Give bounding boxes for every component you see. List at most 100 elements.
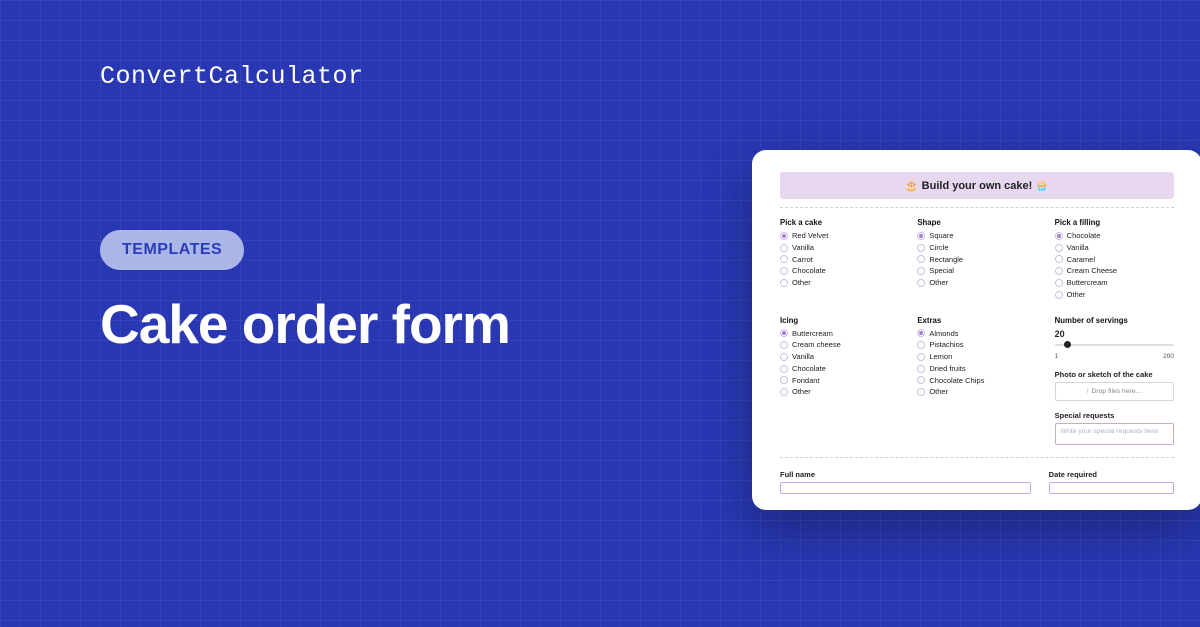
option-label: Other xyxy=(1067,290,1086,300)
radio-option[interactable]: Other xyxy=(917,387,1036,397)
group-pick-a-filling: Pick a filling Chocolate Vanilla Caramel… xyxy=(1055,218,1174,302)
radio-option[interactable]: Chocolate xyxy=(780,364,899,374)
radio-option[interactable]: Other xyxy=(917,278,1036,288)
full-name-block: Full name xyxy=(780,470,1031,494)
option-label: Chocolate xyxy=(792,266,826,276)
servings-block: Number of servings 20 1 200 xyxy=(1055,316,1174,360)
radio-icon xyxy=(1055,244,1063,252)
radio-icon xyxy=(780,388,788,396)
requests-label: Special requests xyxy=(1055,411,1174,420)
radio-option[interactable]: Other xyxy=(1055,290,1174,300)
option-label: Rectangle xyxy=(929,255,963,265)
radio-icon xyxy=(1055,267,1063,275)
radio-option[interactable]: Almonds xyxy=(917,329,1036,339)
group-icing: Icing Buttercream Cream cheese Vanilla C… xyxy=(780,316,899,445)
radio-option[interactable]: Chocolate xyxy=(1055,231,1174,241)
radio-icon xyxy=(780,255,788,263)
radio-icon xyxy=(917,365,925,373)
radio-option[interactable]: Lemon xyxy=(917,352,1036,362)
form-grid: Pick a cake Red Velvet Vanilla Carrot Ch… xyxy=(780,218,1174,445)
option-label: Caramel xyxy=(1067,255,1095,265)
radio-icon xyxy=(917,388,925,396)
radio-icon xyxy=(917,279,925,287)
date-required-input[interactable] xyxy=(1049,482,1174,494)
radio-option[interactable]: Carrot xyxy=(780,255,899,265)
photo-upload-block: Photo or sketch of the cake ↑ Drop files… xyxy=(1055,370,1174,401)
radio-option[interactable]: Vanilla xyxy=(780,352,899,362)
radio-option[interactable]: Buttercream xyxy=(1055,278,1174,288)
date-required-label: Date required xyxy=(1049,470,1174,479)
form-preview-card: 🎂 Build your own cake! 🧁 Pick a cake Red… xyxy=(752,150,1200,510)
radio-option[interactable]: Vanilla xyxy=(780,243,899,253)
file-dropzone[interactable]: ↑ Drop files here… xyxy=(1055,382,1174,401)
radio-icon xyxy=(917,267,925,275)
group-pick-a-cake: Pick a cake Red Velvet Vanilla Carrot Ch… xyxy=(780,218,899,302)
brand-logo: ConvertCalculator xyxy=(100,62,364,91)
option-label: Cream Cheese xyxy=(1067,266,1117,276)
group-shape: Shape Square Circle Rectangle Special Ot… xyxy=(917,218,1036,302)
option-label: Vanilla xyxy=(792,243,814,253)
radio-option[interactable]: Fondant xyxy=(780,376,899,386)
option-label: Buttercream xyxy=(1067,278,1108,288)
group-label: Extras xyxy=(917,316,1036,325)
radio-option[interactable]: Vanilla xyxy=(1055,243,1174,253)
templates-badge: TEMPLATES xyxy=(100,230,244,270)
radio-option[interactable]: Chocolate Chips xyxy=(917,376,1036,386)
radio-option[interactable]: Cream cheese xyxy=(780,340,899,350)
option-label: Lemon xyxy=(929,352,952,362)
radio-icon xyxy=(780,244,788,252)
full-name-input[interactable] xyxy=(780,482,1031,494)
option-label: Cream cheese xyxy=(792,340,841,350)
option-label: Carrot xyxy=(792,255,813,265)
radio-option[interactable]: Buttercream xyxy=(780,329,899,339)
radio-icon xyxy=(917,329,925,337)
radio-icon xyxy=(917,244,925,252)
page-title: Cake order form xyxy=(100,292,510,356)
radio-option[interactable]: Circle xyxy=(917,243,1036,253)
slider-max: 200 xyxy=(1163,353,1174,360)
option-label: Chocolate Chips xyxy=(929,376,984,386)
radio-option[interactable]: Dried fruits xyxy=(917,364,1036,374)
servings-value: 20 xyxy=(1055,329,1174,339)
radio-icon xyxy=(780,267,788,275)
photo-label: Photo or sketch of the cake xyxy=(1055,370,1174,379)
radio-icon xyxy=(1055,232,1063,240)
radio-option[interactable]: Special xyxy=(917,266,1036,276)
group-label: Pick a filling xyxy=(1055,218,1174,227)
group-label: Icing xyxy=(780,316,899,325)
radio-icon xyxy=(1055,279,1063,287)
option-label: Other xyxy=(792,387,811,397)
radio-option[interactable]: Other xyxy=(780,387,899,397)
radio-option[interactable]: Cream Cheese xyxy=(1055,266,1174,276)
option-label: Dried fruits xyxy=(929,364,965,374)
servings-slider[interactable] xyxy=(1055,340,1174,354)
hero-block: TEMPLATES Cake order form xyxy=(100,230,510,356)
radio-icon xyxy=(917,376,925,384)
requests-textarea[interactable]: Write your special requests here xyxy=(1055,423,1174,445)
radio-option[interactable]: Rectangle xyxy=(917,255,1036,265)
radio-option[interactable]: Other xyxy=(780,278,899,288)
radio-icon xyxy=(1055,255,1063,263)
right-column-stack: Number of servings 20 1 200 Photo or ske… xyxy=(1055,316,1174,445)
option-label: Other xyxy=(792,278,811,288)
radio-option[interactable]: Caramel xyxy=(1055,255,1174,265)
option-label: Fondant xyxy=(792,376,820,386)
option-label: Red Velvet xyxy=(792,231,828,241)
radio-option[interactable]: Pistachios xyxy=(917,340,1036,350)
radio-option[interactable]: Chocolate xyxy=(780,266,899,276)
option-label: Buttercream xyxy=(792,329,833,339)
radio-icon xyxy=(780,232,788,240)
group-label: Pick a cake xyxy=(780,218,899,227)
group-label: Shape xyxy=(917,218,1036,227)
option-label: Chocolate xyxy=(792,364,826,374)
slider-min: 1 xyxy=(1055,353,1059,360)
option-label: Vanilla xyxy=(1067,243,1089,253)
radio-option[interactable]: Red Velvet xyxy=(780,231,899,241)
servings-label: Number of servings xyxy=(1055,316,1174,325)
radio-icon xyxy=(917,232,925,240)
option-label: Circle xyxy=(929,243,948,253)
divider xyxy=(780,457,1174,458)
option-label: Almonds xyxy=(929,329,958,339)
radio-option[interactable]: Square xyxy=(917,231,1036,241)
radio-icon xyxy=(780,279,788,287)
